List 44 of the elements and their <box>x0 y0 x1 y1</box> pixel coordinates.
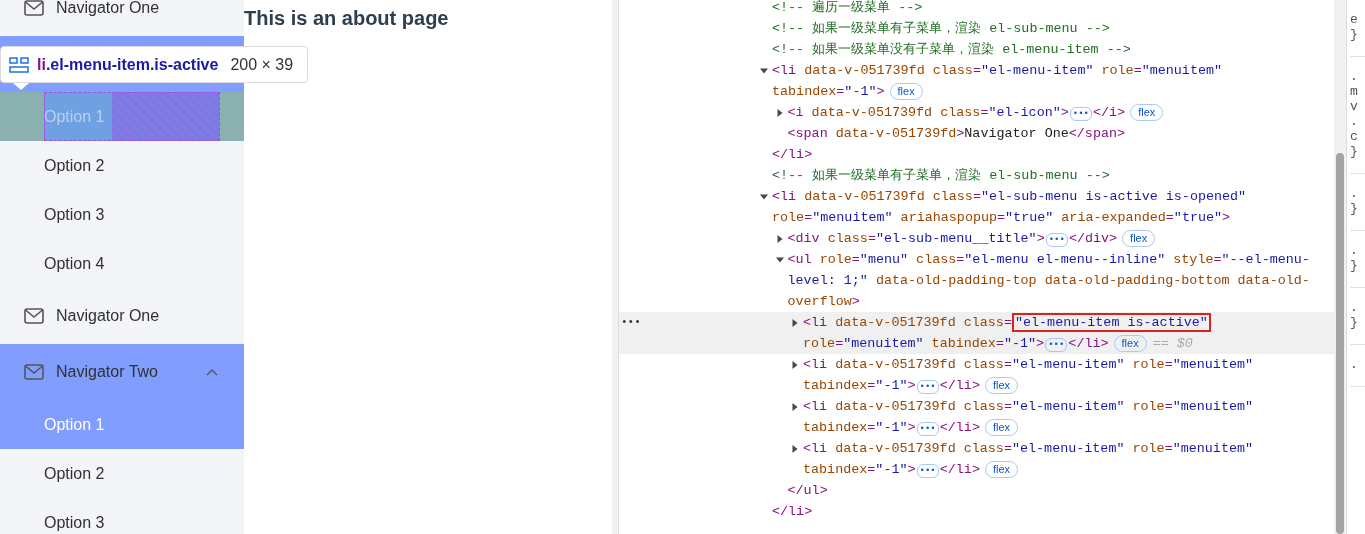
page-heading: This is an about page <box>244 7 450 30</box>
style-text: } <box>1350 258 1359 273</box>
code-comment: <!-- 如果一级菜单有子菜单，渲染 el-sub-menu --> <box>772 20 1111 38</box>
style-text: e <box>1350 12 1359 27</box>
style-text: } <box>1350 201 1359 216</box>
menu-option[interactable]: Option 4 <box>0 239 244 288</box>
style-text: . <box>1350 300 1359 315</box>
menu-option[interactable]: Option 3 <box>0 498 244 534</box>
menu-item[interactable]: Navigator One <box>0 0 244 36</box>
style-text: . <box>1350 114 1359 129</box>
code-line: <li data-v-051739fd class="el-menu-item" role="menuitem" tabindex="-1"> ••• </li> flex <box>803 356 1255 396</box>
code-line: </ul> <box>787 482 829 500</box>
code-line: <span data-v-051739fd>Navigator One</span> <box>787 125 1127 143</box>
more-actions[interactable]: ••• <box>621 312 641 333</box>
menu-option[interactable]: Option 2 <box>0 141 244 190</box>
element-size: 200 × 39 <box>230 55 294 74</box>
menu-option[interactable]: Option 2 <box>0 449 244 498</box>
style-text: m <box>1350 84 1359 99</box>
code-comment: <!-- 如果一级菜单有子菜单，渲染 el-sub-menu --> <box>772 167 1111 185</box>
style-text: } <box>1350 144 1359 159</box>
code-line: <li data-v-051739fd class="el-sub-menu is-active is-opened" role="menuitem" ariahaspopup="true" aria-expanded="true"> <box>772 188 1248 227</box>
style-text: c <box>1350 129 1359 144</box>
code-line: <ul role="menu" class="el-menu el-menu--inline" style="--el-menu-level: 1;" data-old-padding-top data-old-padding-bottom data-old-overflow> <box>787 251 1311 311</box>
style-text: . <box>1350 69 1359 84</box>
menu-item[interactable]: Navigator One <box>0 288 244 344</box>
element-selector: li.el-menu-item.is-active <box>37 55 219 74</box>
style-text: v <box>1350 99 1359 114</box>
code-line: <li data-v-051739fd class="el-menu-item" role="menuitem" tabindex="-1"> ••• </li> flex <box>803 398 1255 438</box>
style-text: . <box>1350 357 1359 372</box>
code-line: <li data-v-051739fd class="el-menu-item" role="menuitem" tabindex="-1"> ••• </li> flex <box>803 440 1255 480</box>
code-line: </li> <box>772 146 814 164</box>
code-line: <li data-v-051739fd class= "el-menu-item is-active" role="menuitem" tabindex="-1"> ••• </li> flex == $0 <box>803 312 1331 354</box>
code-line: </li> <box>772 503 814 521</box>
code-line: <div class="el-sub-menu__title"> ••• </div> flex <box>787 228 1331 249</box>
code-line: <i data-v-051739fd class="el-icon"> ••• </i> flex <box>787 102 1331 123</box>
submenu-title[interactable]: Navigator Two <box>0 344 244 400</box>
style-text: . <box>1350 186 1359 201</box>
code-comment: <!-- 如果一级菜单没有子菜单，渲染 el-menu-item --> <box>772 41 1132 59</box>
code-comment: <!-- 遍历一级菜单 --> <box>772 0 924 17</box>
selected-row[interactable]: ••• <li data-v-051739fd class= "el-menu-item is-active" role="menuitem" tabindex="-1"> ••• </li> flex == $0 <box>619 312 1334 354</box>
style-text: } <box>1350 315 1359 330</box>
style-text: . <box>1350 243 1359 258</box>
menu-option[interactable]: Option 3 <box>0 190 244 239</box>
style-text: } <box>1350 27 1359 42</box>
